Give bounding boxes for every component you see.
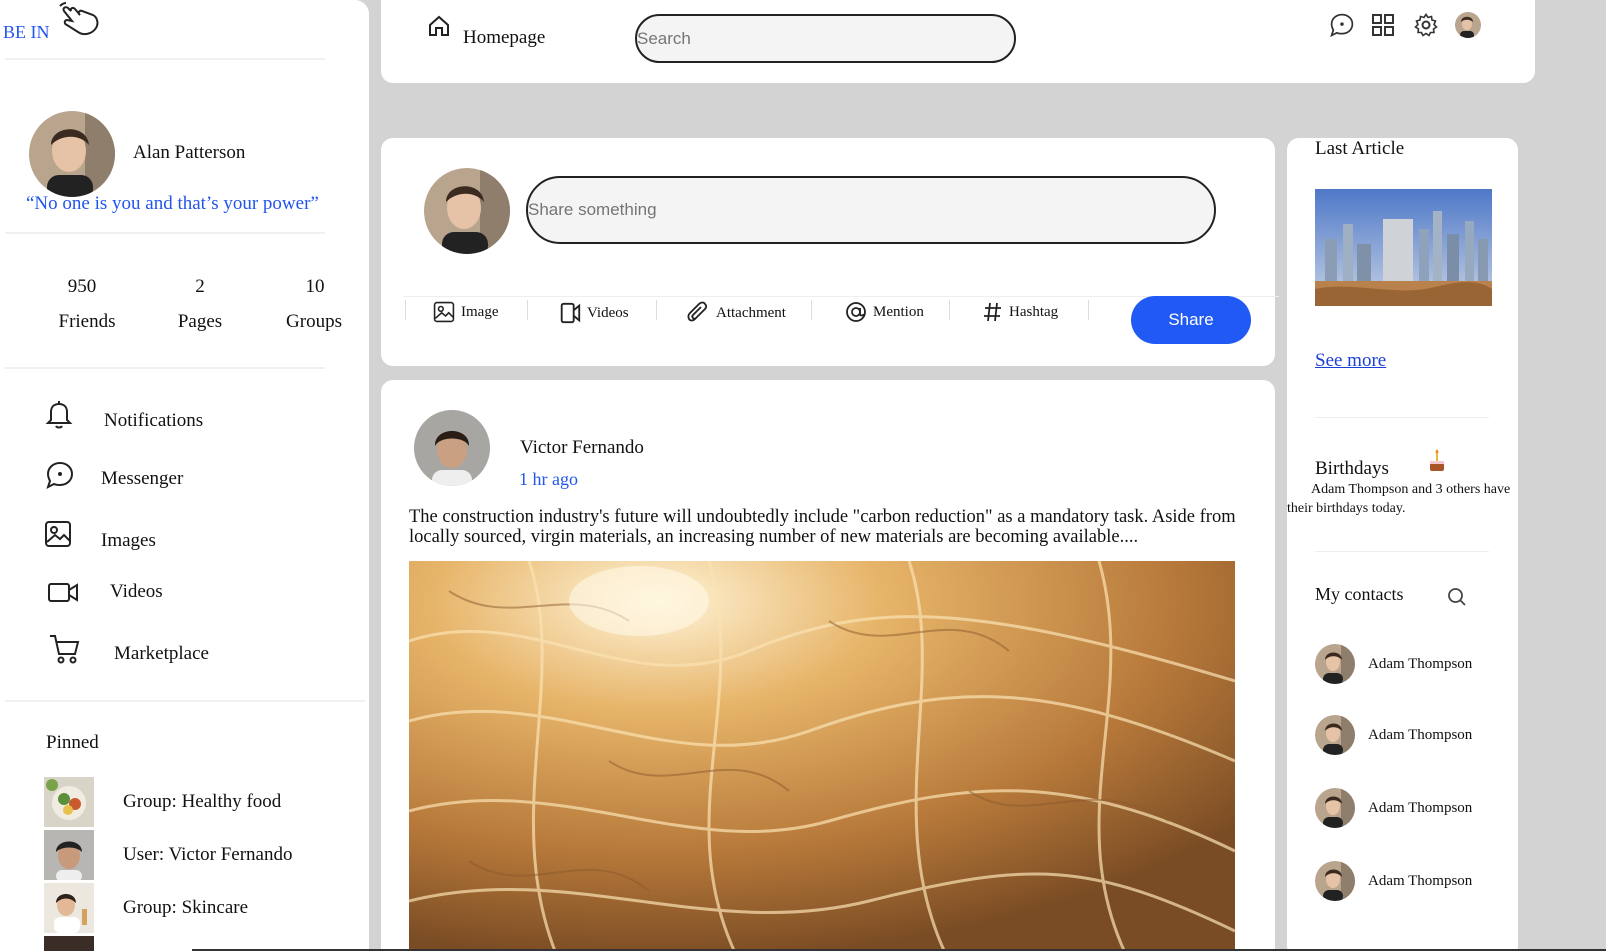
- gear-icon: [1414, 13, 1438, 37]
- chat-icon: [45, 460, 75, 490]
- brand-logo[interactable]: BE IN: [3, 22, 50, 43]
- action-label: Image: [461, 303, 499, 320]
- contact-name: Adam Thompson: [1368, 727, 1473, 743]
- contact-name: Adam Thompson: [1368, 873, 1473, 889]
- post-text: The construction industry's future will …: [409, 507, 1236, 547]
- top-bar: Homepage: [381, 0, 1535, 83]
- sidebar-item-label: Messenger: [101, 468, 184, 489]
- brand-name: BE IN: [3, 22, 50, 42]
- contacts-title: My contacts: [1315, 584, 1404, 604]
- video-icon: [559, 301, 581, 325]
- search-input[interactable]: [635, 14, 1016, 63]
- contact-item[interactable]: Adam Thompson: [1315, 644, 1505, 684]
- pinned-label: Group: Healthy food: [123, 791, 282, 812]
- cake-icon: [1427, 449, 1447, 473]
- right-sidebar: Last Article See more Birthdays Adam Tho…: [1287, 138, 1518, 951]
- profile-name: Alan Patterson: [133, 142, 246, 163]
- share-button[interactable]: Share: [1131, 296, 1251, 344]
- see-more-link[interactable]: See more: [1315, 350, 1386, 372]
- search-icon: [1447, 587, 1467, 607]
- contact-avatar: [1315, 644, 1355, 684]
- contact-name: Adam Thompson: [1368, 656, 1473, 672]
- profile-avatar[interactable]: [29, 111, 115, 197]
- paperclip-icon: [686, 301, 710, 325]
- user-avatar[interactable]: [1455, 12, 1481, 38]
- action-label: Hashtag: [1009, 303, 1059, 320]
- attach-video-button[interactable]: Videos: [559, 301, 629, 325]
- sidebar-item-label: Videos: [110, 581, 163, 602]
- video-icon: [47, 580, 79, 604]
- pages-label[interactable]: Pages: [150, 311, 250, 333]
- pinned-thumbnail: [44, 777, 94, 827]
- contact-item[interactable]: Adam Thompson: [1315, 861, 1505, 901]
- pinned-thumbnail: [44, 883, 94, 933]
- left-sidebar: BE IN Alan Patterson “No one is you and …: [0, 0, 369, 951]
- action-label: Attachment: [716, 304, 786, 321]
- composer-avatar: [424, 168, 510, 254]
- post-image[interactable]: [409, 561, 1235, 951]
- hashtag-button[interactable]: Hashtag: [983, 301, 1058, 323]
- post-author-avatar[interactable]: [414, 410, 490, 486]
- profile-quote: “No one is you and that’s your power”: [26, 193, 319, 214]
- pinned-item[interactable]: User: Victor Fernando: [44, 830, 344, 882]
- messenger-button[interactable]: [1329, 12, 1355, 38]
- share-input[interactable]: [526, 176, 1216, 244]
- pinned-thumbnail: [44, 830, 94, 880]
- pinned-thumbnail: [44, 936, 94, 951]
- at-icon: [845, 301, 867, 323]
- contact-name: Adam Thompson: [1368, 800, 1473, 816]
- groups-label[interactable]: Groups: [264, 311, 364, 333]
- home-icon: [427, 14, 451, 38]
- pinned-label: User: Victor Fernando: [123, 844, 293, 865]
- bell-icon: [45, 400, 73, 430]
- apps-button[interactable]: [1371, 13, 1395, 37]
- action-label: Videos: [587, 304, 629, 321]
- cart-icon: [48, 633, 80, 665]
- attach-image-button[interactable]: Image: [433, 301, 498, 323]
- sidebar-item-label: Images: [101, 530, 156, 551]
- settings-button[interactable]: [1414, 13, 1438, 37]
- groups-count: 10: [305, 276, 325, 297]
- pinned-label: Group: Skincare: [123, 897, 249, 918]
- birthdays-text: Adam Thompson and 3 others have their bi…: [1287, 482, 1511, 516]
- image-icon: [44, 520, 72, 548]
- chat-icon: [1329, 12, 1355, 38]
- attachment-button[interactable]: Attachment: [686, 301, 786, 325]
- last-article-title: Last Article: [1315, 138, 1405, 159]
- sidebar-item-label: Marketplace: [114, 643, 209, 664]
- home-label: Homepage: [463, 27, 546, 48]
- contact-item[interactable]: Adam Thompson: [1315, 788, 1505, 828]
- grid-icon: [1371, 13, 1395, 37]
- image-icon: [433, 301, 455, 323]
- friends-count: 950: [67, 276, 97, 297]
- pinned-item[interactable]: Group: Skincare: [44, 883, 344, 935]
- contact-avatar: [1315, 715, 1355, 755]
- pinned-item[interactable]: Group: Healthy food: [44, 777, 344, 829]
- pinned-title: Pinned: [46, 732, 99, 753]
- post-composer: Image Videos Attachment Mention Hashtag …: [381, 138, 1279, 366]
- sidebar-item-label: Notifications: [104, 410, 204, 431]
- post-author-name[interactable]: Victor Fernando: [520, 437, 644, 459]
- post-card: Victor Fernando 1 hr ago The constructio…: [381, 380, 1275, 951]
- contact-avatar: [1315, 788, 1355, 828]
- pages-count: 2: [195, 276, 205, 297]
- article-image[interactable]: [1315, 189, 1492, 306]
- pointer-hand-icon: [58, 2, 102, 38]
- friends-label[interactable]: Friends: [37, 311, 137, 333]
- post-timestamp: 1 hr ago: [519, 469, 578, 489]
- mention-button[interactable]: Mention: [845, 301, 924, 323]
- action-label: Mention: [873, 303, 924, 320]
- contacts-search-button[interactable]: [1447, 587, 1467, 607]
- contact-item[interactable]: Adam Thompson: [1315, 715, 1505, 755]
- contact-avatar: [1315, 861, 1355, 901]
- hashtag-icon: [983, 301, 1003, 323]
- birthdays-title: Birthdays: [1315, 458, 1389, 479]
